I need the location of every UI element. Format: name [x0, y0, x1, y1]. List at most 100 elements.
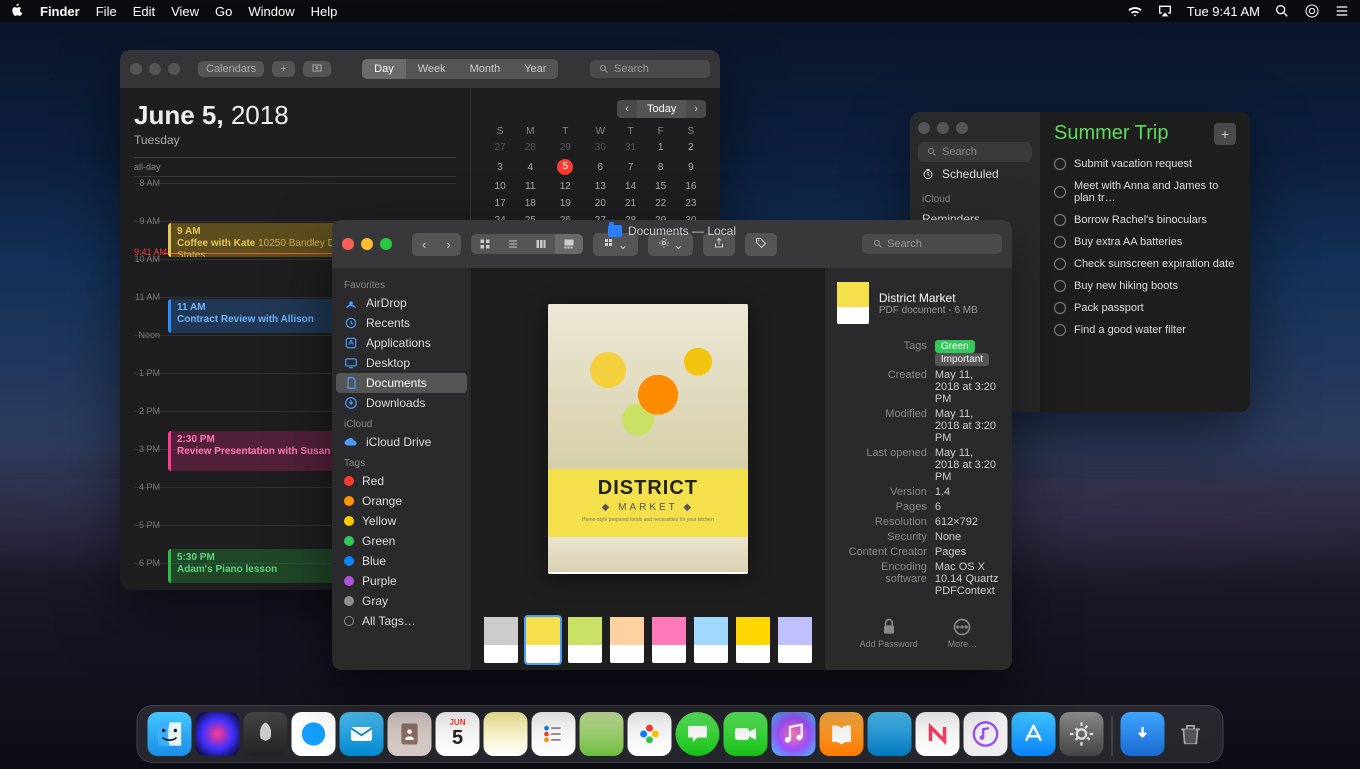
sidebar-tag-gray[interactable]: Gray — [332, 591, 471, 611]
dock-downloads[interactable] — [1121, 712, 1165, 756]
today-button[interactable]: Today — [637, 100, 686, 118]
calendar-search[interactable]: Search — [590, 60, 710, 78]
finder-search[interactable]: Search — [862, 234, 1002, 254]
column-view[interactable] — [527, 234, 555, 254]
dock-contacts[interactable] — [388, 712, 432, 756]
menu-go[interactable]: Go — [215, 4, 232, 19]
notification-center-icon[interactable] — [1334, 3, 1350, 19]
sidebar-item-icloud-drive[interactable]: iCloud Drive — [332, 432, 471, 452]
sidebar-item-applications[interactable]: Applications — [332, 333, 471, 353]
sidebar-tag-blue[interactable]: Blue — [332, 551, 471, 571]
dock-photos[interactable] — [628, 712, 672, 756]
apple-menu[interactable] — [10, 3, 24, 20]
inbox-button[interactable] — [303, 61, 331, 77]
reminder-item[interactable]: Submit vacation request — [1054, 153, 1236, 175]
thumbnail[interactable] — [526, 617, 560, 663]
dock-safari[interactable] — [292, 712, 336, 756]
dock-finder[interactable] — [148, 712, 192, 756]
menu-help[interactable]: Help — [311, 4, 338, 19]
sidebar-tag-yellow[interactable]: Yellow — [332, 511, 471, 531]
dock-facetime[interactable] — [724, 712, 768, 756]
sidebar-item-downloads[interactable]: Downloads — [332, 393, 471, 413]
more-actions[interactable]: More… — [948, 617, 978, 649]
dock-messages[interactable] — [676, 712, 720, 756]
dock-launchpad[interactable] — [244, 712, 288, 756]
view-day[interactable]: Day — [362, 59, 406, 79]
sidebar-tag-red[interactable]: Red — [332, 471, 471, 491]
app-name-menu[interactable]: Finder — [40, 4, 80, 19]
reminder-item[interactable]: Pack passport — [1054, 297, 1236, 319]
menu-view[interactable]: View — [171, 4, 199, 19]
add-password-action[interactable]: Add Password — [860, 617, 918, 649]
forward-button[interactable]: › — [436, 233, 460, 256]
sidebar-item-documents[interactable]: Documents — [336, 373, 467, 393]
add-reminder-button[interactable]: + — [1214, 123, 1236, 145]
reminders-search[interactable]: Search — [918, 142, 1032, 162]
new-event-button[interactable]: + — [272, 61, 294, 77]
close-button[interactable] — [342, 238, 354, 250]
gallery-view[interactable] — [555, 234, 583, 254]
dock-reminders[interactable] — [532, 712, 576, 756]
reminder-item[interactable]: Buy extra AA batteries — [1054, 231, 1236, 253]
dock-notes[interactable] — [484, 712, 528, 756]
reminder-checkbox[interactable] — [1054, 302, 1066, 314]
menu-edit[interactable]: Edit — [133, 4, 155, 19]
sidebar-all-tags[interactable]: All Tags… — [332, 611, 471, 631]
thumbnail[interactable] — [694, 617, 728, 663]
reminder-checkbox[interactable] — [1054, 214, 1066, 226]
reminder-checkbox[interactable] — [1054, 324, 1066, 336]
reminder-checkbox[interactable] — [1054, 280, 1066, 292]
arrange-menu[interactable]: ⌄ — [593, 233, 638, 256]
minimize-button[interactable] — [149, 63, 161, 75]
siri-menubar-icon[interactable] — [1304, 3, 1320, 19]
mini-calendar[interactable]: SMTWTFS272829303112345678910111213141516… — [485, 124, 706, 229]
sidebar-tag-purple[interactable]: Purple — [332, 571, 471, 591]
sidebar-item-airdrop[interactable]: AirDrop — [332, 293, 471, 313]
menu-window[interactable]: Window — [248, 4, 294, 19]
thumbnail[interactable] — [610, 617, 644, 663]
clock[interactable]: Tue 9:41 AM — [1187, 4, 1260, 19]
view-week[interactable]: Week — [406, 59, 458, 79]
dock-news[interactable] — [916, 712, 960, 756]
icon-view[interactable] — [471, 234, 499, 254]
back-button[interactable]: ‹ — [412, 233, 436, 256]
minimize-button[interactable] — [361, 238, 373, 250]
preview-pane[interactable]: DISTRICT ◆ MARKET ◆ Home-style prepared … — [472, 268, 824, 610]
view-month[interactable]: Month — [458, 59, 513, 79]
dock-trash[interactable] — [1169, 712, 1213, 756]
scheduled-list[interactable]: Scheduled — [918, 162, 1032, 186]
reminder-checkbox[interactable] — [1054, 158, 1066, 170]
thumbnail[interactable] — [568, 617, 602, 663]
thumbnail-strip[interactable] — [472, 610, 824, 670]
thumbnail[interactable] — [736, 617, 770, 663]
thumbnail[interactable] — [484, 617, 518, 663]
minimize-button[interactable] — [937, 122, 949, 134]
dock-stocks[interactable] — [868, 712, 912, 756]
dock-system-preferences[interactable] — [1060, 712, 1104, 756]
list-view[interactable] — [499, 234, 527, 254]
menu-file[interactable]: File — [96, 4, 117, 19]
share-button[interactable] — [703, 233, 735, 256]
zoom-button[interactable] — [380, 238, 392, 250]
dock-maps[interactable] — [580, 712, 624, 756]
sidebar-tag-green[interactable]: Green — [332, 531, 471, 551]
dock-music[interactable] — [964, 712, 1008, 756]
dock-ibooks[interactable] — [820, 712, 864, 756]
reminder-item[interactable]: Buy new hiking boots — [1054, 275, 1236, 297]
thumbnail[interactable] — [778, 617, 812, 663]
sidebar-item-recents[interactable]: Recents — [332, 313, 471, 333]
airplay-icon[interactable] — [1157, 3, 1173, 19]
reminder-checkbox[interactable] — [1054, 236, 1066, 248]
sidebar-tag-orange[interactable]: Orange — [332, 491, 471, 511]
wifi-icon[interactable] — [1127, 3, 1143, 19]
calendars-toggle[interactable]: Calendars — [198, 61, 264, 77]
close-button[interactable] — [130, 63, 142, 75]
reminder-checkbox[interactable] — [1054, 186, 1066, 198]
close-button[interactable] — [918, 122, 930, 134]
prev-button[interactable]: ‹ — [617, 100, 637, 118]
dock-itunes[interactable] — [772, 712, 816, 756]
reminder-item[interactable]: Meet with Anna and James to plan tr… — [1054, 175, 1236, 209]
reminder-item[interactable]: Borrow Rachel's binoculars — [1054, 209, 1236, 231]
dock-mail[interactable] — [340, 712, 384, 756]
reminder-item[interactable]: Check sunscreen expiration date — [1054, 253, 1236, 275]
